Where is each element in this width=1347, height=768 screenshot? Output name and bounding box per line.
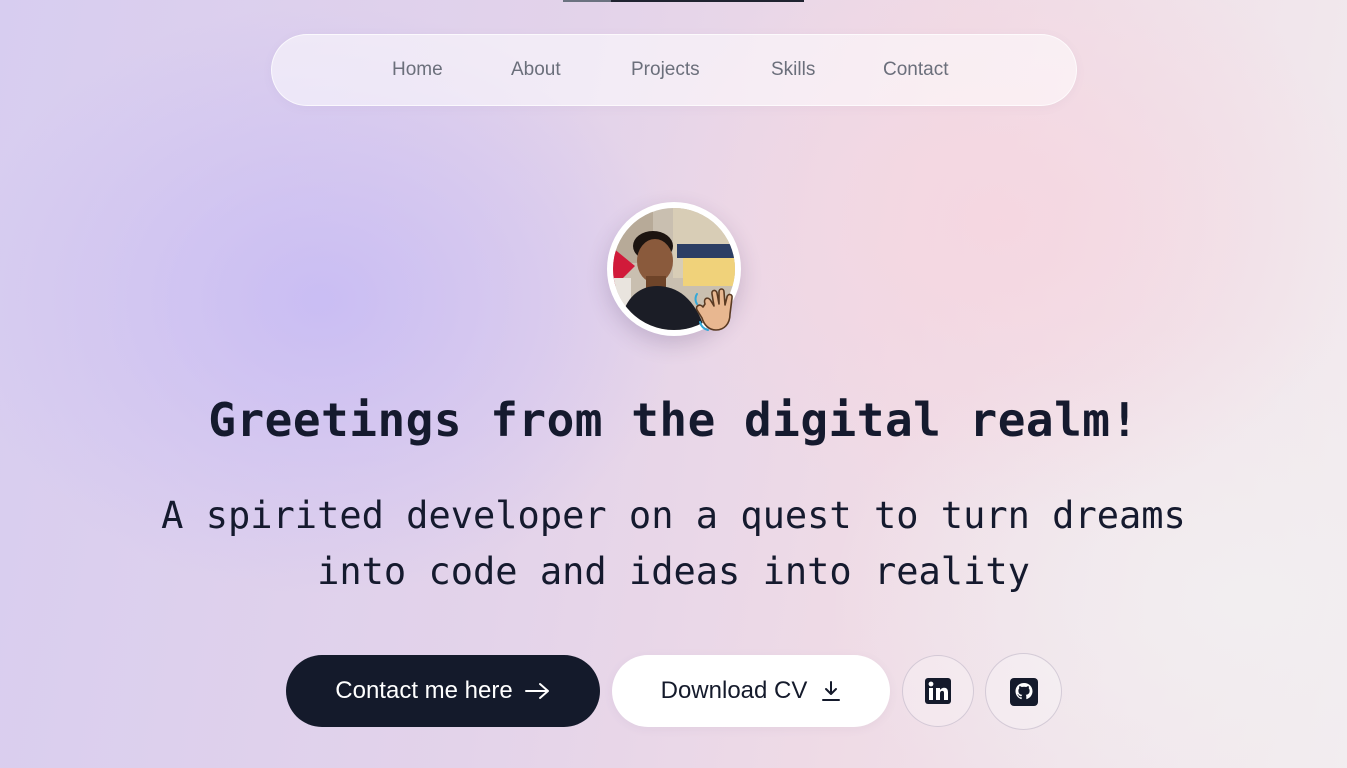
hero-title: Greetings from the digital realm!	[208, 393, 1139, 447]
nav-about-link[interactable]: About	[511, 59, 561, 81]
nav-skills-link[interactable]: Skills	[771, 59, 815, 81]
linkedin-button[interactable]	[902, 655, 974, 727]
top-scroll-indicator	[563, 0, 804, 2]
waving-hand-icon	[694, 288, 733, 331]
hero-subtitle: A spirited developer on a quest to turn …	[161, 494, 1186, 593]
download-cv-button[interactable]: Download CV	[612, 655, 890, 727]
arrow-right-icon	[524, 683, 549, 699]
download-cv-label: Download CV	[660, 677, 808, 704]
github-button[interactable]	[985, 653, 1062, 730]
download-icon	[822, 681, 841, 701]
contact-me-button[interactable]: Contact me here	[286, 655, 600, 727]
nav-contact-link[interactable]: Contact	[883, 59, 948, 81]
nav-home-link[interactable]: Home	[392, 59, 443, 81]
linkedin-icon	[925, 678, 951, 704]
contact-me-label: Contact me here	[335, 677, 513, 704]
top-navbar: Home About Projects Skills Contact	[271, 34, 1077, 106]
nav-projects-link[interactable]: Projects	[631, 59, 700, 81]
github-icon	[1009, 677, 1038, 706]
profile-avatar	[607, 202, 741, 336]
